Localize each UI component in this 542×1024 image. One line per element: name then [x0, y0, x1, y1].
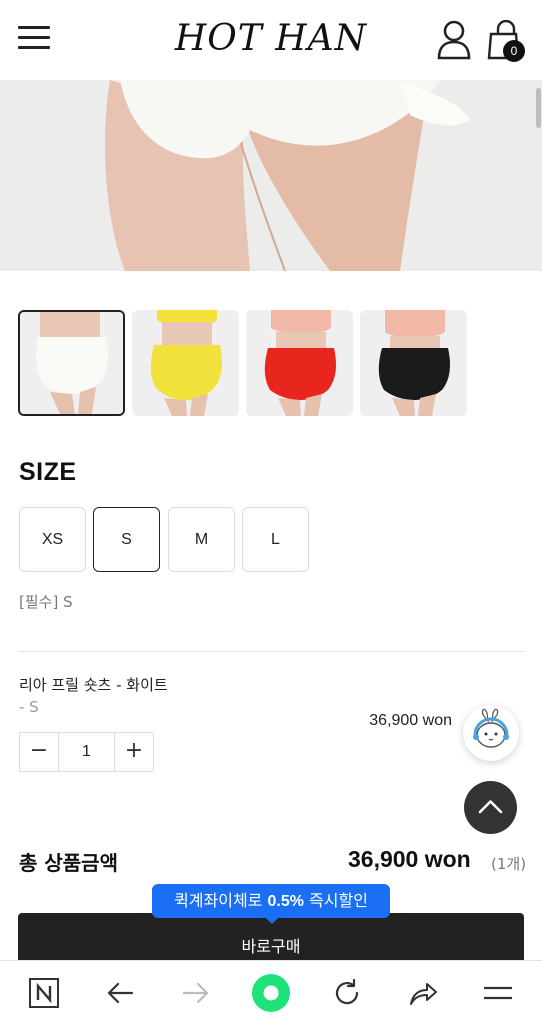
refresh-icon[interactable] [331, 977, 363, 1009]
quantity-input[interactable]: 1 [58, 733, 115, 771]
line-item-price: 36,900 won [369, 712, 452, 729]
size-title: SIZE [19, 458, 77, 486]
chat-bot-icon [473, 708, 509, 748]
chat-bot-button[interactable] [463, 705, 519, 761]
line-item-option: - S [19, 698, 39, 716]
green-circle-icon[interactable] [251, 973, 291, 1013]
selected-option-summary: [필수] S [19, 593, 73, 611]
scroll-top-button[interactable] [464, 781, 517, 834]
header: HOT HAN 0 [0, 0, 542, 80]
user-icon[interactable] [436, 20, 472, 60]
divider [18, 651, 524, 652]
total-label: 총 상품금액 [19, 851, 118, 875]
promo-tooltip-tail [264, 916, 280, 924]
forward-arrow-icon[interactable] [180, 977, 212, 1009]
thumbnail-white[interactable] [18, 310, 125, 416]
total-price: 36,900 won [348, 846, 471, 872]
cart-count-badge: 0 [503, 40, 525, 62]
back-arrow-icon[interactable] [104, 977, 136, 1009]
product-main-image [0, 80, 542, 271]
promo-text-before: 퀵계좌이체로 [174, 891, 268, 910]
naver-n-icon[interactable] [28, 977, 60, 1009]
size-option-xs[interactable]: XS [19, 507, 86, 572]
quantity-stepper: − 1 + [19, 732, 154, 772]
size-option-l[interactable]: L [242, 507, 309, 572]
browser-menu-icon[interactable] [482, 977, 514, 1009]
promo-rate: 0.5% [267, 893, 304, 910]
line-item-name: 리아 프릴 숏츠 - 화이트 [19, 676, 168, 694]
thumbnail-black[interactable] [360, 310, 467, 416]
quantity-increase-button[interactable]: + [115, 733, 153, 771]
promo-tooltip: 퀵계좌이체로 0.5% 즉시할인 [152, 884, 390, 918]
thumbnail-yellow[interactable] [132, 310, 239, 416]
size-option-m[interactable]: M [168, 507, 235, 572]
browser-toolbar [0, 960, 542, 1024]
size-option-s[interactable]: S [93, 507, 160, 572]
promo-text-after: 즉시할인 [303, 891, 368, 910]
share-icon[interactable] [407, 977, 439, 1009]
scrollbar[interactable] [536, 88, 541, 128]
thumbnail-red[interactable] [246, 310, 353, 416]
quantity-decrease-button[interactable]: − [20, 733, 58, 771]
arrow-up-icon [478, 800, 503, 814]
total-count: (1개) [491, 855, 527, 873]
